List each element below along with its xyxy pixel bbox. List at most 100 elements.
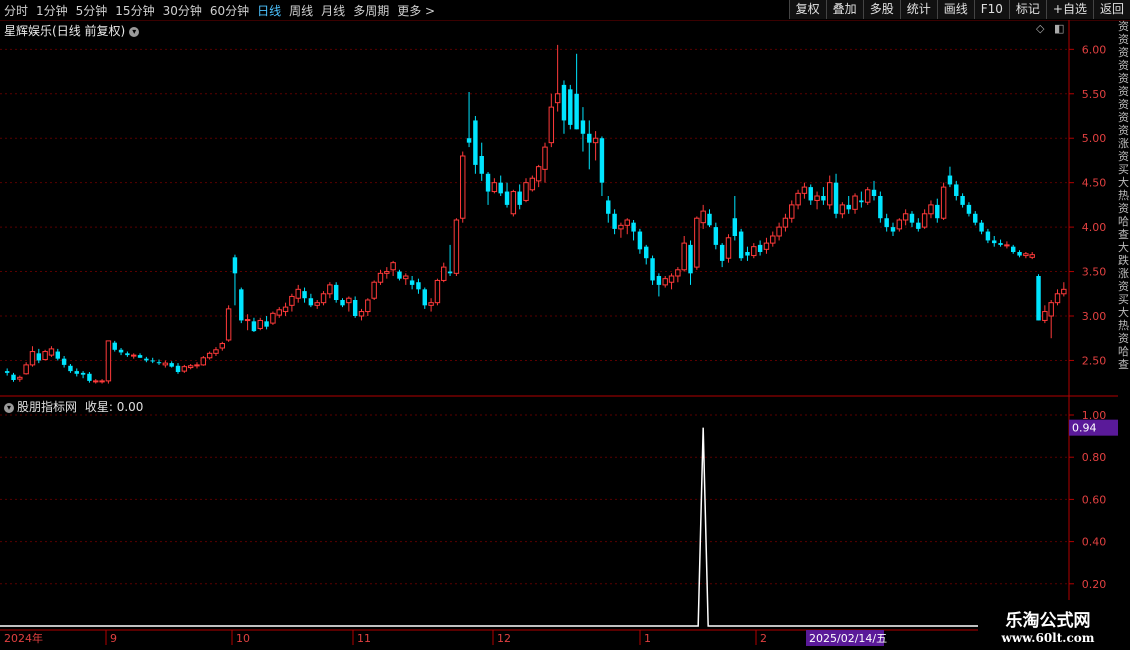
toolbar-button-0[interactable]: 复权 [788,0,826,19]
candle-body-up [257,319,263,329]
candle-body-down [112,342,117,350]
candle-body-down [517,191,522,205]
period-tab-9[interactable]: 多周期 [353,4,389,18]
candle-body-up [270,312,276,324]
candle-body-up [700,210,706,224]
candle-body-up [29,351,36,366]
panel-controls: ◇ ◧ [1036,22,1064,35]
candle-body-down [80,372,86,375]
candle-body-up [377,272,384,283]
candle-body-up [213,349,219,354]
candle-body-down [606,200,611,214]
period-tab-3[interactable]: 15分钟 [115,4,154,18]
period-tab-6[interactable]: 日线 [257,4,281,18]
chevron-down-icon[interactable]: ▾ [129,26,140,37]
candle-body-down [61,358,67,365]
candle-body-down [568,89,573,125]
candle-body-down [884,218,889,228]
period-tab-7[interactable]: 周线 [289,4,313,18]
indicator-value: 0.00 [116,400,144,414]
indicator-value-badge [1069,419,1118,436]
tool-buttons: 复权 叠加 多股 统计 画线 F10 标记 +自选 返回 [788,0,1130,20]
candle-body-up [130,354,137,357]
candle-body-up [681,242,687,271]
period-tab-4[interactable]: 30分钟 [163,4,202,18]
candle-body-down [55,351,60,359]
candle-body-down [466,138,472,143]
price-tick-label: 3.00 [1082,310,1107,323]
stock-title: 星辉娱乐(日线 前复权) ▾ [4,22,140,39]
candle-body-up [668,275,675,283]
candle-body-up [187,365,194,369]
candle-body-down [409,280,415,285]
candle-body-up [371,281,377,299]
period-tabs: 分时 1分钟 5分钟 15分钟 30分钟 60分钟 日线 周线 月线 多周期 更多 > [4,2,443,19]
candle-body-down [150,360,155,362]
candlestick-chart[interactable]: 6.00 5.50 5.00 4.50 4.00 3.50 3.00 2.50 1.00 0.80… [0,0,1130,650]
candle-body-up [902,213,909,221]
chevron-down-icon[interactable]: ▾ [4,402,14,413]
candle-body-up [839,204,846,215]
indicator-tick-label: 0.60 [1082,493,1107,506]
stock-name: 星辉娱乐 [4,24,53,38]
candle-body-down [846,204,851,210]
candle-body-up [162,362,169,366]
indicator-label: 收星: [84,400,113,414]
date-axis-month-label: 11 [357,632,371,645]
toolbar-button-6[interactable]: 标记 [1008,0,1046,19]
window-toggle-icon[interactable]: ◧ [1054,22,1064,35]
toolbar-button-7[interactable]: +自选 [1045,0,1093,19]
candle-body-up [17,376,23,380]
diamond-icon[interactable]: ◇ [1036,22,1044,35]
candle-body-up [282,306,289,313]
period-tab-2[interactable]: 5分钟 [76,4,108,18]
date-axis-year-label: 2024年 [4,631,43,645]
candle-body-up [535,166,542,182]
candle-body-down [479,156,484,174]
candle-body-down [36,353,42,361]
candle-body-up [852,195,858,210]
candle-body-down [169,363,174,367]
candle-body-up [1029,254,1035,258]
price-tick-label: 5.00 [1082,132,1107,145]
toolbar-button-1[interactable]: 叠加 [825,0,863,19]
candle-body-down [732,218,738,236]
toolbar-button-4[interactable]: 画线 [936,0,974,19]
candle-body-down [738,231,744,259]
toolbar-button-3[interactable]: 统计 [899,0,937,19]
candle-body-down [979,222,984,232]
candle-body-down [87,373,92,381]
price-tick-label: 6.00 [1082,43,1107,56]
toolbar-button-5[interactable]: F10 [973,0,1009,19]
candle-body-up [940,186,947,219]
candle-body-down [137,355,143,358]
candle-body-down [1011,246,1016,252]
candle-body-up [725,237,732,259]
period-tab-0[interactable]: 分时 [4,4,28,18]
candle-body-down [808,187,813,201]
candle-body-up [194,364,200,367]
price-tick-label: 2.50 [1082,354,1107,367]
candle-body-down [422,289,427,306]
top-toolbar: 分时 1分钟 5分钟 15分钟 30分钟 60分钟 日线 周线 月线 多周期 更多 > 复权 叠加 多股… [0,0,1130,21]
candle-body-down [156,362,162,364]
candle-body-down [416,282,421,290]
candle-body-down [650,258,655,281]
candle-body-up [99,380,105,383]
date-axis-month-label: 1 [644,632,651,645]
candle-body-up [782,217,789,228]
candle-body-down [485,173,491,192]
toolbar-button-8[interactable]: 返回 [1092,0,1130,19]
period-tab-8[interactable]: 月线 [321,4,345,18]
candle-body-up [390,262,396,271]
candle-body-down [947,175,953,185]
candle-body-down [713,227,719,245]
toolbar-button-2[interactable]: 多股 [862,0,900,19]
period-tab-1[interactable]: 1分钟 [36,4,68,18]
price-tick-label: 4.50 [1082,177,1107,190]
candle-body-down [960,196,965,205]
candle-body-down [333,284,339,300]
candle-body-down [935,204,940,219]
period-tab-5[interactable]: 60分钟 [210,4,249,18]
period-tab-10[interactable]: 更多 > [397,4,435,18]
